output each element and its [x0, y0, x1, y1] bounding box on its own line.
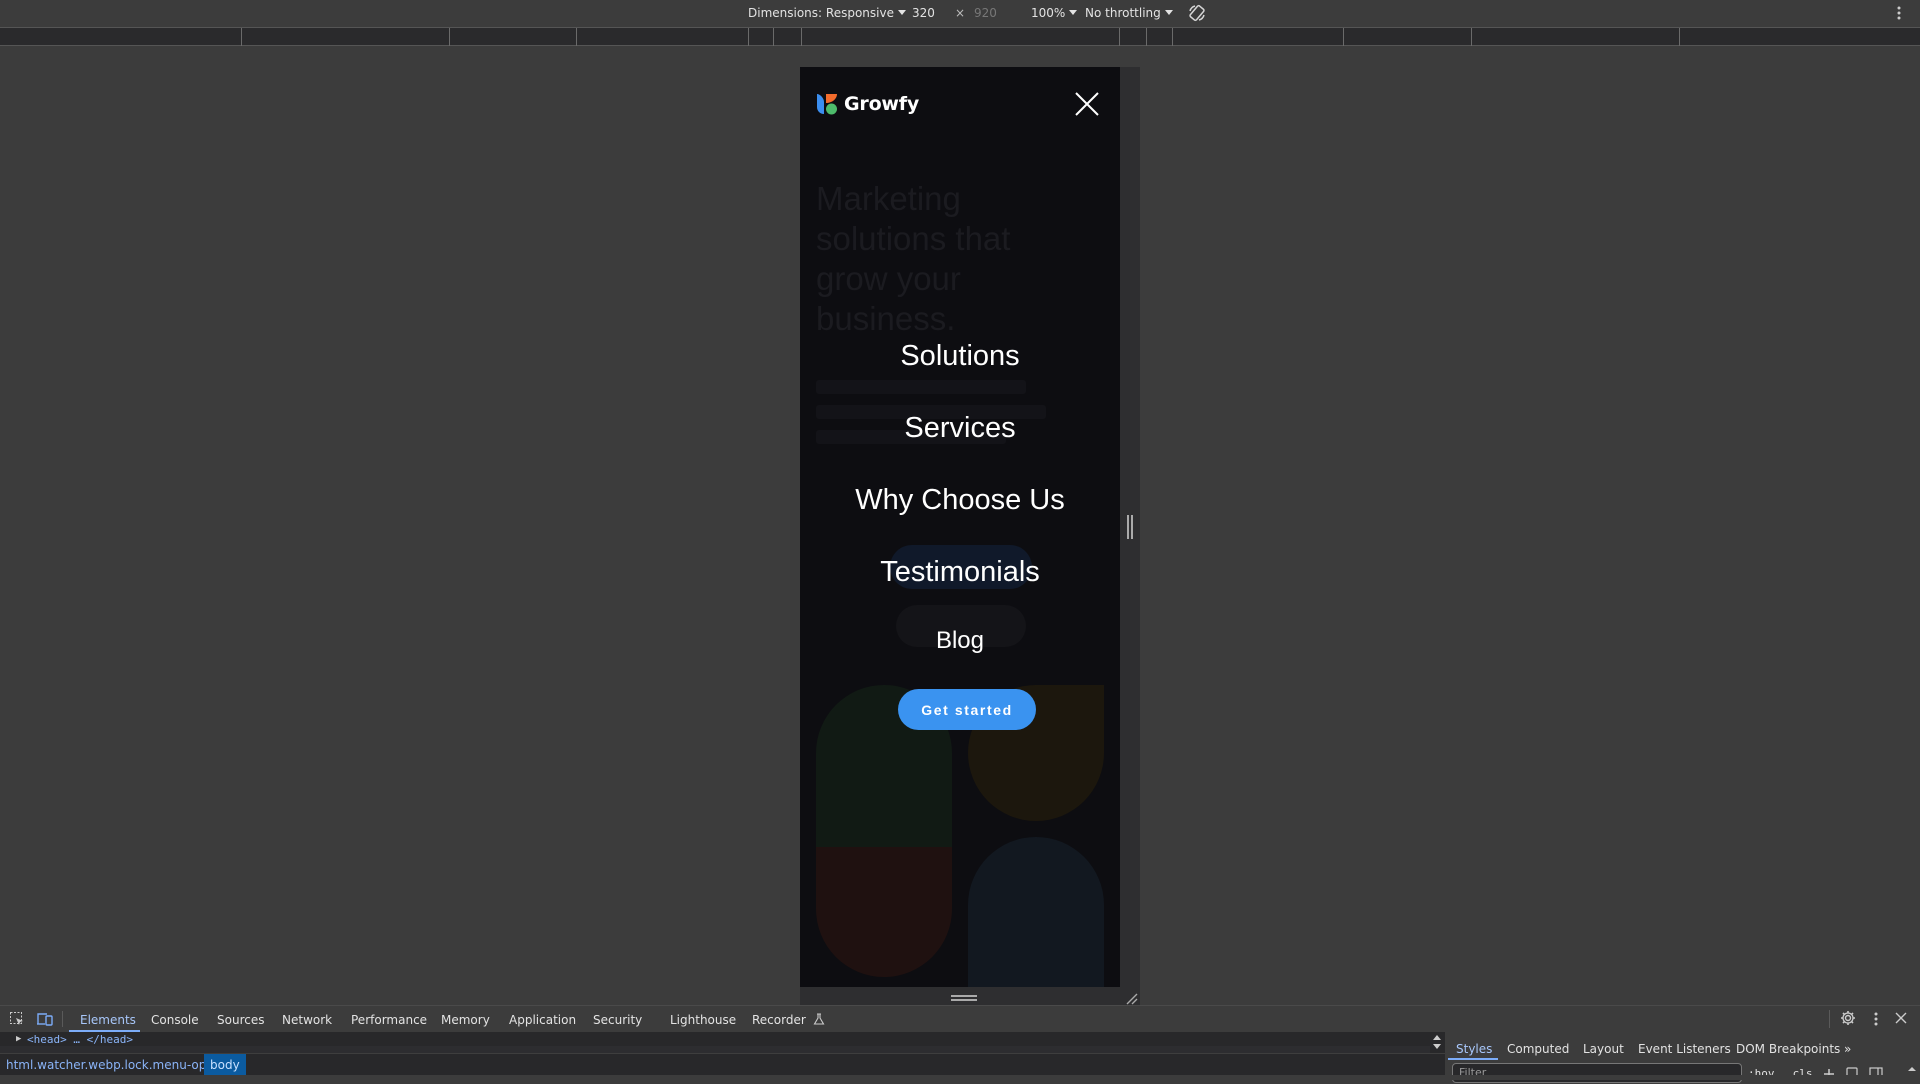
media-query-ruler[interactable]: [0, 27, 1920, 46]
tab-event-listeners[interactable]: Event Listeners: [1638, 1042, 1731, 1056]
tab-security[interactable]: Security: [593, 1013, 642, 1027]
inspect-element-icon[interactable]: [9, 1011, 25, 1030]
hero-heading-background: Marketing solutions that grow your busin…: [816, 180, 1011, 337]
flask-icon: [813, 1013, 825, 1025]
dom-breadcrumb: html.watcher.webp.lock.menu-open body: [0, 1053, 1445, 1075]
close-menu-button[interactable]: [1072, 89, 1102, 119]
get-started-button[interactable]: Get started: [898, 689, 1036, 730]
more-options-icon[interactable]: [1873, 1011, 1879, 1030]
styles-filter-input[interactable]: Filter: [1452, 1063, 1742, 1083]
styles-pane: Styles Computed Layout Event Listeners D…: [1445, 1032, 1920, 1083]
more-options-icon[interactable]: [1896, 5, 1902, 24]
device-viewport: Marketing solutions that grow your busin…: [800, 67, 1120, 987]
head-element-node[interactable]: <head> … </head>: [27, 1033, 133, 1046]
tab-lighthouse[interactable]: Lighthouse: [670, 1013, 736, 1027]
nav-item-solutions[interactable]: Solutions: [800, 340, 1120, 373]
brand-logo[interactable]: Growfy: [816, 89, 919, 119]
tab-dom-breakpoints[interactable]: DOM Breakpoints: [1736, 1042, 1840, 1056]
tab-elements[interactable]: Elements: [80, 1013, 136, 1027]
nav-item-blog[interactable]: Blog: [800, 627, 1120, 655]
tab-layout[interactable]: Layout: [1583, 1042, 1624, 1056]
chevron-down-icon: [1069, 10, 1078, 15]
brand-name: Growfy: [844, 93, 920, 115]
tab-network[interactable]: Network: [282, 1013, 332, 1027]
grip-icon: [951, 995, 977, 997]
resize-handle-right[interactable]: [1120, 67, 1140, 987]
width-input[interactable]: 320: [912, 6, 935, 20]
dimensions-dropdown[interactable]: Dimensions: Responsive: [748, 6, 906, 20]
tab-recorder[interactable]: Recorder: [752, 1013, 825, 1027]
zoom-dropdown[interactable]: 100%: [1031, 6, 1078, 20]
grip-icon: [1127, 515, 1129, 539]
device-toolbar: Dimensions: Responsive 320 × 920 100% No…: [0, 0, 1920, 27]
expand-triangle-icon[interactable]: ▶: [16, 1034, 21, 1044]
tab-performance[interactable]: Performance: [351, 1013, 427, 1027]
device-toolbar-toggle-icon[interactable]: [36, 1011, 54, 1030]
resize-corner-handle[interactable]: [1124, 990, 1138, 1005]
nav-item-why-choose-us[interactable]: Why Choose Us: [800, 484, 1120, 517]
tab-console[interactable]: Console: [151, 1013, 199, 1027]
nav-item-testimonials[interactable]: Testimonials: [800, 556, 1120, 589]
settings-gear-icon[interactable]: [1840, 1010, 1856, 1029]
close-devtools-icon[interactable]: [1895, 1012, 1907, 1027]
grip-icon: [1131, 515, 1133, 539]
height-input[interactable]: 920: [974, 6, 997, 20]
throttling-dropdown[interactable]: No throttling: [1085, 6, 1173, 20]
chevron-down-icon: [897, 10, 906, 15]
tab-styles[interactable]: Styles: [1456, 1042, 1492, 1056]
chevron-down-icon: [1164, 10, 1173, 15]
hero-paragraph-line: [816, 380, 1026, 394]
breadcrumb-html[interactable]: html.watcher.webp.lock.menu-open: [6, 1058, 221, 1072]
tab-memory[interactable]: Memory: [441, 1013, 490, 1027]
tab-computed[interactable]: Computed: [1507, 1042, 1569, 1056]
resize-handle-bottom[interactable]: [800, 987, 1140, 1007]
breadcrumb-body[interactable]: body: [204, 1054, 246, 1075]
growfy-logo-icon: [817, 94, 837, 115]
times-separator: ×: [955, 6, 966, 20]
tab-sources[interactable]: Sources: [217, 1013, 264, 1027]
rotate-icon[interactable]: [1188, 4, 1206, 25]
more-tabs-button[interactable]: »: [1844, 1042, 1851, 1056]
image-tile: [816, 847, 952, 977]
scroll-arrows-icon[interactable]: [1432, 1033, 1442, 1055]
elements-tree-body-line[interactable]: [0, 1046, 1430, 1053]
nav-item-services[interactable]: Services: [800, 412, 1120, 445]
devtools-tab-bar: Elements Console Sources Network Perform…: [0, 1005, 1920, 1032]
grip-icon: [951, 999, 977, 1001]
close-icon: [1075, 92, 1099, 116]
tab-application[interactable]: Application: [509, 1013, 576, 1027]
image-tile: [968, 837, 1104, 987]
